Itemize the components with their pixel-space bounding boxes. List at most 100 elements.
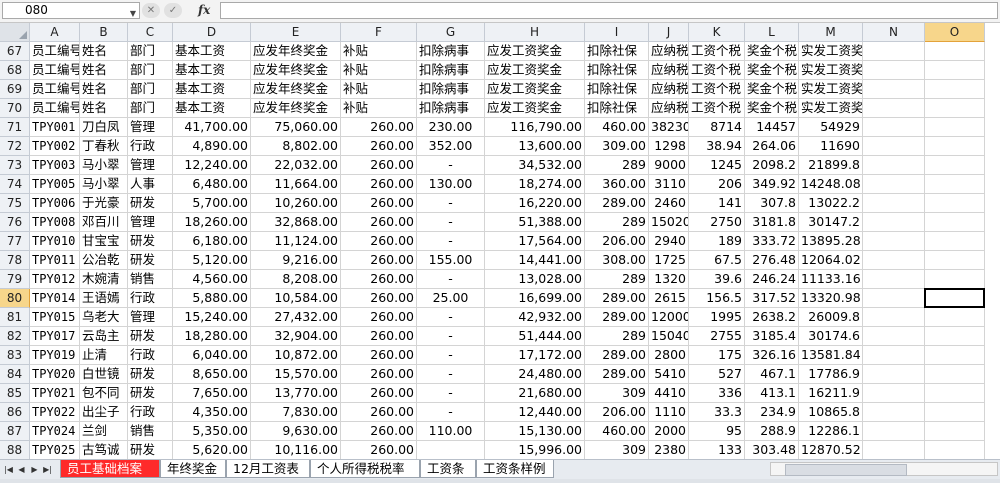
column-header[interactable]: D <box>173 23 251 42</box>
table-cell[interactable]: 156.5 <box>689 289 745 308</box>
table-cell[interactable]: TPY006 <box>30 194 80 213</box>
table-cell[interactable]: 32,904.00 <box>251 327 341 346</box>
table-cell[interactable]: 奖金个税 <box>745 61 799 80</box>
table-cell[interactable]: 8,650.00 <box>173 365 251 384</box>
table-cell[interactable]: 研发 <box>128 251 173 270</box>
table-cell[interactable]: 11133.16 <box>799 270 863 289</box>
table-cell[interactable]: 303.48 <box>745 441 799 459</box>
table-cell[interactable]: 26009.8 <box>799 308 863 327</box>
table-cell[interactable]: 18,280.00 <box>173 327 251 346</box>
sheet-tab[interactable]: 员工基础档案 <box>60 460 160 478</box>
horizontal-scrollbar[interactable] <box>770 462 998 476</box>
table-cell[interactable]: 研发 <box>128 232 173 251</box>
table-cell[interactable]: 21899.8 <box>799 156 863 175</box>
table-cell[interactable]: 308.00 <box>585 251 649 270</box>
table-cell[interactable]: 9,216.00 <box>251 251 341 270</box>
table-cell[interactable]: 289.00 <box>585 365 649 384</box>
table-cell[interactable]: 326.16 <box>745 346 799 365</box>
table-cell[interactable] <box>925 194 985 213</box>
table-cell[interactable]: 奖金个税 <box>745 80 799 99</box>
table-cell[interactable]: 扣除社保 <box>585 99 649 118</box>
formula-input[interactable] <box>220 2 998 19</box>
table-cell[interactable]: - <box>417 270 485 289</box>
table-cell[interactable]: 15,240.00 <box>173 308 251 327</box>
table-cell[interactable]: 补贴 <box>341 99 417 118</box>
table-cell[interactable] <box>925 441 985 459</box>
table-cell[interactable]: 古笃诚 <box>80 441 128 459</box>
table-cell[interactable]: 141 <box>689 194 745 213</box>
table-cell[interactable]: 155.00 <box>417 251 485 270</box>
table-cell[interactable]: 4,890.00 <box>173 137 251 156</box>
table-cell[interactable]: 出尘子 <box>80 403 128 422</box>
table-cell[interactable]: 260.00 <box>341 441 417 459</box>
table-cell[interactable]: 扣除病事 <box>417 42 485 61</box>
table-cell[interactable]: 实发工资奖金 <box>799 61 863 80</box>
table-cell[interactable]: 3110 <box>649 175 689 194</box>
table-cell[interactable] <box>863 384 925 403</box>
table-cell[interactable]: 云岛主 <box>80 327 128 346</box>
table-cell[interactable]: - <box>417 365 485 384</box>
table-cell[interactable] <box>925 42 985 61</box>
table-cell[interactable] <box>863 327 925 346</box>
row-header[interactable]: 86 <box>0 403 30 422</box>
table-cell[interactable]: TPY025 <box>30 441 80 459</box>
table-cell[interactable] <box>863 80 925 99</box>
table-cell[interactable] <box>863 213 925 232</box>
table-cell[interactable]: 289 <box>585 327 649 346</box>
column-header[interactable]: A <box>30 23 80 42</box>
table-cell[interactable]: 246.24 <box>745 270 799 289</box>
table-cell[interactable]: 2000 <box>649 422 689 441</box>
table-cell[interactable]: 应纳税 <box>649 99 689 118</box>
next-sheet-icon[interactable]: ▶ <box>29 463 40 476</box>
table-cell[interactable]: 527 <box>689 365 745 384</box>
table-cell[interactable]: 应纳税 <box>649 42 689 61</box>
table-cell[interactable]: 336 <box>689 384 745 403</box>
table-cell[interactable]: 38.94 <box>689 137 745 156</box>
table-cell[interactable]: 16,699.00 <box>485 289 585 308</box>
table-cell[interactable]: 12,440.00 <box>485 403 585 422</box>
table-cell[interactable]: 42,932.00 <box>485 308 585 327</box>
table-cell[interactable]: 行政 <box>128 137 173 156</box>
table-cell[interactable]: 11,664.00 <box>251 175 341 194</box>
table-cell[interactable] <box>863 194 925 213</box>
table-cell[interactable]: 189 <box>689 232 745 251</box>
table-cell[interactable]: 14248.08 <box>799 175 863 194</box>
table-cell[interactable]: 27,432.00 <box>251 308 341 327</box>
table-cell[interactable]: 补贴 <box>341 80 417 99</box>
table-cell[interactable]: 6,040.00 <box>173 346 251 365</box>
table-cell[interactable]: 2380 <box>649 441 689 459</box>
sheet-tab[interactable]: 12月工资表 <box>226 460 310 478</box>
table-cell[interactable]: 员工编号 <box>30 42 80 61</box>
table-cell[interactable]: 2755 <box>689 327 745 346</box>
table-cell[interactable]: 研发 <box>128 441 173 459</box>
table-cell[interactable]: TPY011 <box>30 251 80 270</box>
table-cell[interactable]: 4,560.00 <box>173 270 251 289</box>
sheet-tab[interactable]: 工资条样例 <box>476 460 554 478</box>
table-cell[interactable]: 刀白凤 <box>80 118 128 137</box>
row-header[interactable]: 68 <box>0 61 30 80</box>
table-cell[interactable]: 14457 <box>745 118 799 137</box>
row-header[interactable]: 70 <box>0 99 30 118</box>
table-cell[interactable]: 260.00 <box>341 346 417 365</box>
table-cell[interactable]: 22,032.00 <box>251 156 341 175</box>
table-cell[interactable]: 补贴 <box>341 42 417 61</box>
row-header[interactable]: 73 <box>0 156 30 175</box>
column-header[interactable]: C <box>128 23 173 42</box>
select-all-button[interactable] <box>0 23 30 42</box>
table-cell[interactable] <box>925 61 985 80</box>
table-cell[interactable]: 260.00 <box>341 194 417 213</box>
table-cell[interactable]: 289 <box>585 156 649 175</box>
table-cell[interactable]: 260.00 <box>341 327 417 346</box>
table-cell[interactable]: 33.3 <box>689 403 745 422</box>
prev-sheet-icon[interactable]: ◀ <box>16 463 27 476</box>
table-cell[interactable]: 11690 <box>799 137 863 156</box>
table-cell[interactable]: 18,274.00 <box>485 175 585 194</box>
table-cell[interactable]: 应纳税 <box>649 80 689 99</box>
table-cell[interactable]: 13022.2 <box>799 194 863 213</box>
table-cell[interactable]: 30174.6 <box>799 327 863 346</box>
table-cell[interactable]: 15,996.00 <box>485 441 585 459</box>
table-cell[interactable] <box>925 99 985 118</box>
table-cell[interactable]: 260.00 <box>341 270 417 289</box>
table-cell[interactable]: 10,116.00 <box>251 441 341 459</box>
table-cell[interactable]: 460.00 <box>585 422 649 441</box>
